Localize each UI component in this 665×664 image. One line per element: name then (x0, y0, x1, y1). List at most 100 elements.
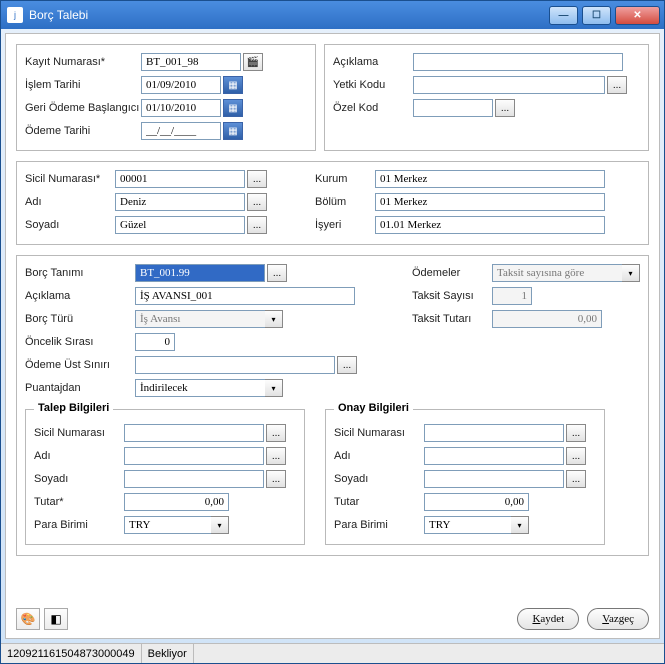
talep-para-label: Para Birimi (34, 519, 124, 531)
odeme-ust-picker-button[interactable]: ... (337, 356, 357, 374)
onay-para-label: Para Birimi (334, 519, 424, 531)
onay-tutar-label: Tutar (334, 496, 424, 508)
status-state: Bekliyor (142, 644, 194, 663)
chevron-down-icon: ▾ (265, 310, 283, 328)
sicil-no-label: Sicil Numarası* (25, 173, 115, 185)
adi-input[interactable] (115, 193, 245, 211)
talep-soyadi-label: Soyadı (34, 473, 124, 485)
onay-sicil-input[interactable] (424, 424, 564, 442)
bolum-input[interactable] (375, 193, 605, 211)
chevron-down-icon[interactable]: ▾ (211, 516, 229, 534)
talep-tutar-label: Tutar* (34, 496, 124, 508)
geri-odeme-input[interactable] (141, 99, 221, 117)
oncelik-input[interactable] (135, 333, 175, 351)
onay-tutar-input[interactable] (424, 493, 529, 511)
talep-soyadi-input[interactable] (124, 470, 264, 488)
aciklama-input[interactable] (413, 53, 623, 71)
taksit-tutari-label: Taksit Tutarı (412, 313, 492, 325)
kayit-no-label: Kayıt Numarası* (25, 56, 141, 68)
kayit-no-input[interactable] (141, 53, 241, 71)
onay-adi-label: Adı (334, 450, 424, 462)
onay-sicil-label: Sicil Numarası (334, 427, 424, 439)
soyadi-label: Soyadı (25, 219, 115, 231)
chevron-down-icon: ▾ (622, 264, 640, 282)
odeme-tarihi-label: Ödeme Tarihi (25, 125, 141, 137)
kurum-input[interactable] (375, 170, 605, 188)
odeme-tarihi-input[interactable] (141, 122, 221, 140)
onay-soyadi-input[interactable] (424, 470, 564, 488)
yetki-kodu-label: Yetki Kodu (333, 79, 413, 91)
bolum-label: Bölüm (315, 196, 375, 208)
soyadi-input[interactable] (115, 216, 245, 234)
puantaj-select[interactable] (135, 379, 265, 397)
onay-soyadi-label: Soyadı (334, 473, 424, 485)
picker-button[interactable]: ... (266, 424, 286, 442)
adi-picker-button[interactable]: ... (247, 193, 267, 211)
kaydet-button[interactable]: KKaydetaydet (517, 608, 579, 630)
taksit-sayisi-input (492, 287, 532, 305)
kayit-no-picker-button[interactable]: 🎬 (243, 53, 263, 71)
window-maximize-button[interactable]: ☐ (582, 6, 611, 25)
app-icon: j (7, 7, 23, 23)
aciklama-label: Açıklama (333, 56, 413, 68)
status-bar: 120921161504873000049 Bekliyor (1, 643, 664, 663)
window-close-button[interactable]: ✕ (615, 6, 660, 25)
onay-adi-input[interactable] (424, 447, 564, 465)
talep-sicil-label: Sicil Numarası (34, 427, 124, 439)
eraser-icon-button[interactable]: ◧ (44, 608, 68, 630)
odemeler-select (492, 264, 622, 282)
talep-adi-input[interactable] (124, 447, 264, 465)
picker-button[interactable]: ... (266, 447, 286, 465)
sicil-no-input[interactable] (115, 170, 245, 188)
picker-button[interactable]: ... (566, 470, 586, 488)
sicil-picker-button[interactable]: ... (247, 170, 267, 188)
adi-label: Adı (25, 196, 115, 208)
taksit-tutari-input (492, 310, 602, 328)
talep-tutar-input[interactable] (124, 493, 229, 511)
talep-adi-label: Adı (34, 450, 124, 462)
talep-para-select[interactable] (124, 516, 211, 534)
soyadi-picker-button[interactable]: ... (247, 216, 267, 234)
borc-tanimi-input[interactable] (135, 264, 265, 282)
isyeri-label: İşyeri (315, 219, 375, 231)
ozel-kod-input[interactable] (413, 99, 493, 117)
calendar-icon[interactable]: ▦ (223, 76, 243, 94)
window-title: Borç Talebi (29, 8, 549, 22)
status-empty (194, 644, 664, 663)
borc-aciklama-label: Açıklama (25, 290, 135, 302)
odeme-ust-input[interactable] (135, 356, 335, 374)
borc-turu-label: Borç Türü (25, 313, 135, 325)
islem-tarihi-input[interactable] (141, 76, 221, 94)
onay-legend: Onay Bilgileri (334, 402, 413, 414)
chevron-down-icon[interactable]: ▾ (511, 516, 529, 534)
yetki-picker-button[interactable]: ... (607, 76, 627, 94)
oncelik-label: Öncelik Sırası (25, 336, 135, 348)
taksit-sayisi-label: Taksit Sayısı (412, 290, 492, 302)
status-id: 120921161504873000049 (1, 644, 142, 663)
window-minimize-button[interactable]: — (549, 6, 578, 25)
ozel-picker-button[interactable]: ... (495, 99, 515, 117)
geri-odeme-label: Geri Ödeme Başlangıcı (25, 102, 141, 114)
picker-button[interactable]: ... (566, 447, 586, 465)
puantaj-label: Puantajdan (25, 382, 135, 394)
picker-button[interactable]: ... (266, 470, 286, 488)
borc-tanimi-label: Borç Tanımı (25, 267, 135, 279)
kurum-label: Kurum (315, 173, 375, 185)
islem-tarihi-label: İşlem Tarihi (25, 79, 141, 91)
chevron-down-icon[interactable]: ▾ (265, 379, 283, 397)
calendar-icon[interactable]: ▦ (223, 122, 243, 140)
picker-button[interactable]: ... (566, 424, 586, 442)
borc-aciklama-input[interactable] (135, 287, 355, 305)
yetki-kodu-input[interactable] (413, 76, 605, 94)
onay-para-select[interactable] (424, 516, 511, 534)
borc-turu-select (135, 310, 265, 328)
calendar-icon[interactable]: ▦ (223, 99, 243, 117)
odeme-ust-label: Ödeme Üst Sınırı (25, 359, 135, 371)
talep-sicil-input[interactable] (124, 424, 264, 442)
odemeler-label: Ödemeler (412, 267, 492, 279)
titlebar[interactable]: j Borç Talebi — ☐ ✕ (1, 1, 664, 29)
borc-tanimi-picker-button[interactable]: ... (267, 264, 287, 282)
colors-icon-button[interactable]: 🎨 (16, 608, 40, 630)
vazgec-button[interactable]: VazgeçVazgeç (587, 608, 649, 630)
isyeri-input[interactable] (375, 216, 605, 234)
